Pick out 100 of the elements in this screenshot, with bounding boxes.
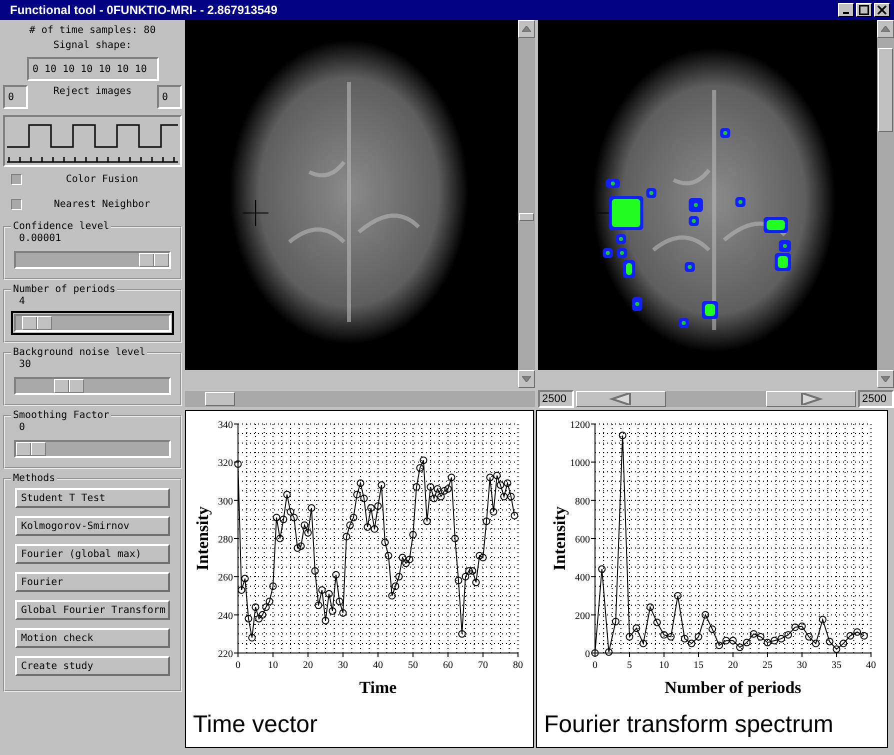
axis-tick-label: 60 [443, 660, 453, 671]
method-button[interactable]: Motion check [15, 628, 170, 648]
method-button[interactable]: Fourier [15, 572, 170, 592]
slider-thumb[interactable] [54, 379, 84, 393]
axis-tick-label: 240 [218, 610, 233, 622]
checkbox[interactable] [11, 174, 22, 185]
data-point [448, 474, 456, 482]
reject-to-field[interactable]: 0 [157, 85, 182, 109]
data-point [412, 483, 420, 491]
minimize-button[interactable] [838, 3, 854, 17]
axis-tick-label: 25 [762, 660, 772, 671]
data-point [458, 630, 466, 638]
reject-from-field[interactable]: 0 [3, 85, 28, 109]
data-point [339, 609, 347, 617]
group-label: Background noise level [12, 347, 146, 358]
axis-tick-label: 1200 [570, 420, 590, 431]
method-button[interactable]: Student T Test [15, 488, 170, 508]
samples-label: # of time samples: 80 [28, 24, 157, 38]
axis-tick-label: 70 [478, 660, 488, 671]
data-point [336, 598, 344, 606]
axis-title: Number of periods [664, 678, 802, 697]
vertical-scrollbar[interactable] [518, 20, 535, 388]
slider-value: 0.00001 [18, 232, 62, 246]
data-point [618, 432, 626, 440]
axis-tick-label: 50 [408, 660, 418, 671]
slider-thumb[interactable] [16, 442, 46, 456]
axis-title: Time [359, 678, 397, 697]
horizontal-scrollbar[interactable] [576, 391, 856, 407]
method-button[interactable]: Kolmogorov-Smirnov [15, 516, 170, 536]
slider-value: 4 [18, 295, 26, 309]
down-arrow-icon [522, 376, 531, 382]
vertical-scrollbar[interactable] [877, 20, 894, 388]
data-point [646, 603, 654, 611]
data-point [591, 649, 599, 657]
method-button[interactable]: Create study [15, 656, 170, 676]
field-label: Reject images [52, 85, 133, 99]
close-icon [877, 5, 887, 15]
data-point [283, 490, 291, 498]
window-title: Functional tool - 0FUNKTIO-MRI- - 2.867913549 [10, 3, 278, 17]
maximize-button[interactable] [856, 3, 872, 17]
data-point [409, 530, 417, 538]
field-label: Signal shape: [52, 39, 133, 53]
group-label: Confidence level [12, 221, 110, 232]
scrollbar-thumb[interactable] [878, 48, 893, 132]
method-button[interactable]: Global Fourier Transform [15, 600, 170, 620]
data-point [241, 574, 249, 582]
signal-shape-field[interactable]: 0 10 10 10 10 10 10 [26, 57, 158, 81]
data-point [269, 582, 277, 590]
scrollbar-thumb[interactable] [205, 392, 235, 406]
data-point [490, 508, 498, 516]
axis-tick-label: 10 [268, 660, 278, 671]
data-point [332, 570, 340, 579]
slider-thumb[interactable] [139, 253, 169, 267]
scroll-down-button[interactable] [877, 370, 894, 388]
data-point [248, 634, 256, 642]
axis-title: Intensity [550, 506, 569, 571]
data-point [381, 538, 389, 546]
group-label: Number of periods [12, 284, 116, 295]
close-button[interactable] [874, 3, 890, 17]
data-point [378, 481, 386, 489]
data-point [244, 614, 252, 622]
scroll-left-button[interactable] [576, 391, 666, 407]
slider-thumb[interactable] [22, 316, 52, 330]
scroll-down-button[interactable] [518, 370, 535, 388]
data-point [328, 607, 336, 615]
data-point [640, 640, 648, 648]
scrollbar-thumb[interactable] [519, 213, 534, 221]
slider-value: 0 [18, 421, 26, 435]
data-point [708, 625, 716, 633]
horizontal-scrollbar[interactable] [185, 391, 535, 407]
scroll-right-button[interactable] [766, 391, 856, 407]
data-point [674, 592, 682, 600]
data-point [342, 532, 350, 540]
checkbox-label: Nearest Neighbor [52, 199, 152, 210]
range-end-field: 2500 [858, 390, 894, 408]
data-point [818, 616, 826, 624]
group-label: Smoothing Factor [12, 410, 110, 421]
axis-tick-label: 220 [218, 649, 233, 660]
maximize-icon [859, 5, 869, 15]
data-point [395, 572, 403, 580]
data-point [482, 518, 490, 526]
data-point [388, 592, 396, 600]
scroll-up-button[interactable] [518, 20, 535, 38]
axis-tick-label: 320 [218, 458, 233, 470]
group-label: Methods [12, 473, 56, 484]
data-point [314, 602, 322, 610]
data-point [472, 578, 480, 586]
scroll-up-button[interactable] [877, 20, 894, 38]
method-button[interactable]: Fourier (global max) [15, 544, 170, 564]
axis-tick-label: 40 [866, 660, 876, 671]
data-point [702, 611, 710, 619]
axis-tick-label: 280 [218, 534, 233, 546]
minimize-icon [843, 12, 849, 14]
down-arrow-icon [881, 376, 890, 382]
checkbox[interactable] [11, 199, 22, 210]
data-point [384, 552, 392, 560]
data-point [311, 567, 319, 575]
checkbox-label: Color Fusion [64, 174, 140, 185]
slider-value: 30 [18, 358, 32, 372]
data-point [653, 618, 661, 626]
